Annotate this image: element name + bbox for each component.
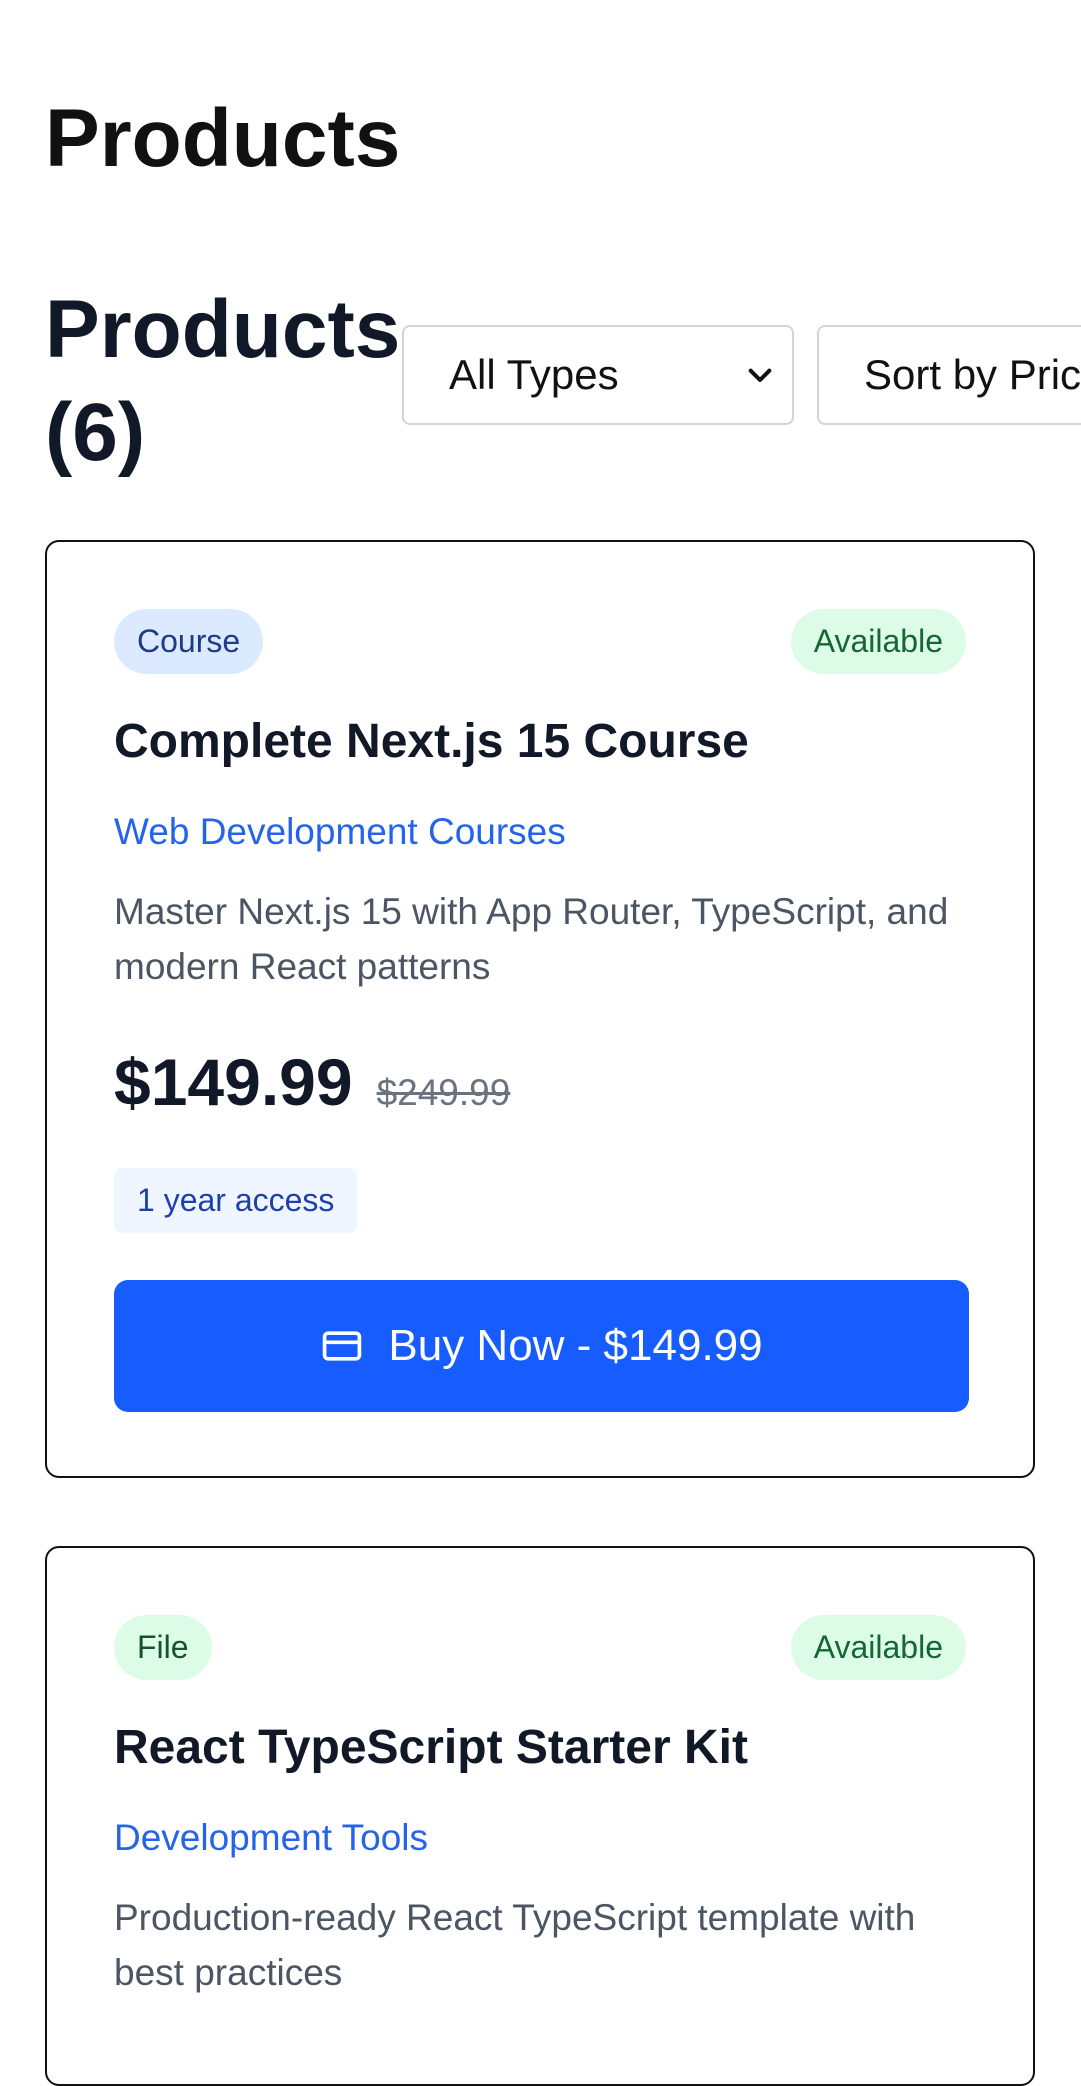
status-badge: Available xyxy=(790,1615,966,1680)
type-filter-select[interactable]: All Types xyxy=(402,325,794,425)
status-badge: Available xyxy=(790,609,966,674)
current-price: $149.99 xyxy=(114,1045,353,1119)
product-name: React TypeScript Starter Kit xyxy=(114,1721,748,1774)
access-duration-tag: 1 year access xyxy=(114,1168,358,1233)
type-badge: File xyxy=(114,1615,212,1680)
product-card: File Available React TypeScript Starter … xyxy=(45,1546,1035,2086)
price-row: $149.99 $249.99 xyxy=(114,1042,510,1122)
original-price: $249.99 xyxy=(376,1072,511,1113)
product-description: Production-ready React TypeScript templa… xyxy=(114,1897,916,1993)
product-description: Master Next.js 15 with App Router, TypeS… xyxy=(114,891,949,987)
product-card: Course Available Complete Next.js 15 Cou… xyxy=(45,540,1035,1478)
type-badge: Course xyxy=(114,609,264,674)
sort-value: Sort by Pric xyxy=(864,351,1081,398)
category-link[interactable]: Development Tools xyxy=(114,1816,428,1860)
buy-now-label: Buy Now - $149.99 xyxy=(388,1321,763,1370)
products-count-heading: Products (6) xyxy=(45,284,401,478)
buy-now-button[interactable]: Buy Now - $149.99 xyxy=(114,1280,969,1412)
product-name: Complete Next.js 15 Course xyxy=(114,715,749,768)
sort-select[interactable]: Sort by Pric xyxy=(817,325,1081,425)
category-link[interactable]: Web Development Courses xyxy=(114,810,566,854)
type-filter-value: All Types xyxy=(449,351,619,398)
page-title: Products xyxy=(45,93,401,184)
chevron-down-icon xyxy=(748,368,772,382)
credit-card-icon xyxy=(323,1331,362,1361)
